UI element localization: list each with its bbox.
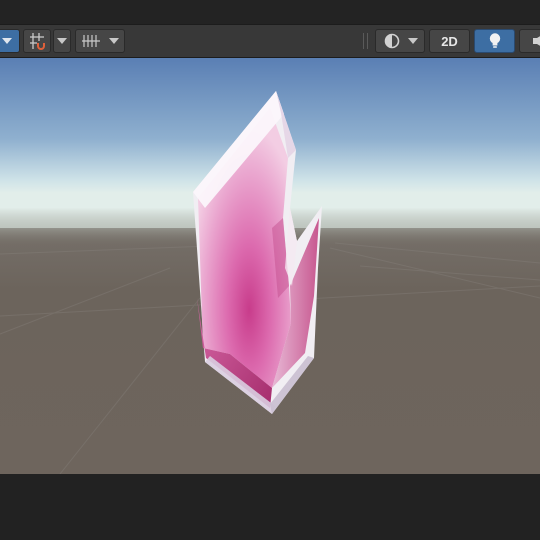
- snap-dropdown[interactable]: [53, 29, 71, 53]
- toggle-2d-label: 2D: [441, 33, 458, 49]
- title-strip: [0, 0, 540, 24]
- snap-toggle[interactable]: [23, 29, 51, 53]
- shading-sphere-icon: [384, 33, 399, 49]
- lighting-toggle[interactable]: [474, 29, 515, 53]
- scene-editor-window: 2D: [0, 0, 540, 540]
- dropdown-icon: [2, 38, 12, 44]
- scene-render: [0, 58, 540, 474]
- chevron-down-icon: [109, 38, 119, 44]
- view-options-dropdown[interactable]: [0, 29, 20, 53]
- toggle-2d-button[interactable]: 2D: [429, 29, 470, 53]
- grid-icon: [82, 35, 100, 47]
- chevron-down-icon: [407, 38, 418, 44]
- light-bulb-icon: [489, 33, 500, 48]
- audio-toggle[interactable]: [519, 29, 540, 53]
- grid-snap-icon: [30, 33, 45, 50]
- grid-settings-dropdown[interactable]: [75, 29, 125, 53]
- toolbar-separator: [367, 33, 368, 49]
- scene-viewport[interactable]: [0, 58, 540, 474]
- speaker-icon: [533, 36, 540, 46]
- chevron-down-icon: [57, 38, 67, 44]
- draw-mode-dropdown[interactable]: [375, 29, 425, 53]
- scene-view-toolbar: 2D: [0, 24, 540, 58]
- bottom-panel: [0, 474, 540, 540]
- toolbar-separator: [363, 33, 364, 49]
